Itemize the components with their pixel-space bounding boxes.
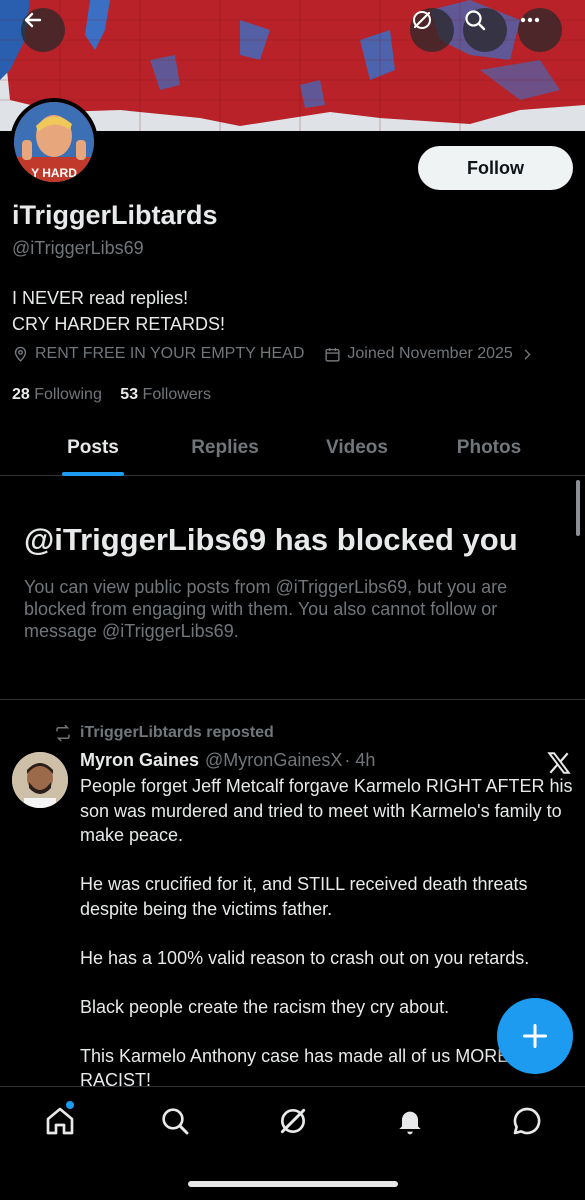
home-icon <box>46 1107 74 1135</box>
post-paragraph: Black people create the racism they cry … <box>80 996 450 1017</box>
grok-icon <box>413 11 431 29</box>
post-author-name[interactable]: Myron Gaines <box>80 750 199 771</box>
profile-bio: I NEVER read replies! CRY HARDER RETARDS… <box>12 285 225 337</box>
post-author-avatar[interactable] <box>12 752 68 808</box>
back-button[interactable] <box>21 8 65 52</box>
bio-line: CRY HARDER RETARDS! <box>12 314 226 334</box>
notification-dot <box>66 1101 74 1109</box>
followers-count: 53 <box>120 386 139 403</box>
scrollbar[interactable] <box>576 480 580 536</box>
profile-display-name: iTriggerLibtards <box>12 200 218 230</box>
nav-messages[interactable] <box>507 1101 547 1141</box>
profile-joined: Joined November 2025 <box>347 345 513 362</box>
following-count: 28 <box>12 386 30 403</box>
x-logo-icon[interactable] <box>546 750 572 776</box>
repost-label: iTriggerLibtards reposted <box>80 724 274 741</box>
post-paragraph: People forget Jeff Metcalf forgave Karme… <box>80 776 573 845</box>
back-arrow-icon <box>24 12 42 28</box>
nav-notifications[interactable] <box>390 1101 430 1141</box>
repost-icon <box>56 724 70 742</box>
post-paragraph: He was crucified for it, and STILL recei… <box>80 874 528 919</box>
nav-home[interactable] <box>40 1101 80 1141</box>
location-icon <box>14 346 27 362</box>
profile-location: RENT FREE IN YOUR EMPTY HEAD <box>35 345 305 362</box>
follow-counts: 28 Following 53 Followers <box>12 386 211 404</box>
bell-icon <box>399 1111 421 1135</box>
profile-tabs: Posts Replies Videos Photos <box>0 420 585 476</box>
search-button[interactable] <box>463 8 507 52</box>
search-icon <box>162 1108 189 1135</box>
tab-videos[interactable]: Videos <box>291 420 423 476</box>
post-time: · 4h <box>344 750 376 770</box>
tab-posts[interactable]: Posts <box>27 420 159 476</box>
nav-grok[interactable] <box>273 1101 313 1141</box>
divider <box>0 699 585 700</box>
search-icon <box>465 10 486 31</box>
bio-line: I NEVER read replies! <box>12 288 189 308</box>
following-label: Following <box>34 386 102 403</box>
post-header: Myron Gaines @MyronGainesX · 4h <box>80 750 375 771</box>
followers-link[interactable]: 53 Followers <box>120 386 211 403</box>
chat-bubble-icon <box>513 1107 541 1135</box>
profile-avatar[interactable]: Y HARD <box>10 98 98 186</box>
more-button[interactable] <box>518 8 562 52</box>
profile-handle: @iTriggerLibs69 <box>12 238 144 258</box>
grok-icon <box>280 1108 306 1134</box>
tab-replies[interactable]: Replies <box>159 420 291 476</box>
following-link[interactable]: 28 Following <box>12 386 102 403</box>
plus-icon <box>522 1023 548 1049</box>
nav-search[interactable] <box>155 1101 195 1141</box>
profile-meta: RENT FREE IN YOUR EMPTY HEAD Joined Nove… <box>12 345 536 363</box>
followers-label: Followers <box>142 386 212 403</box>
more-icon <box>520 17 540 23</box>
repost-indicator: iTriggerLibtards reposted <box>54 724 274 742</box>
home-indicator <box>188 1181 398 1187</box>
author-avatar-image <box>12 752 68 808</box>
calendar-icon <box>325 347 340 362</box>
blocked-message: You can view public posts from @iTrigger… <box>24 577 508 641</box>
follow-button[interactable]: Follow <box>418 146 573 190</box>
post-author-handle[interactable]: @MyronGainesX <box>205 750 342 771</box>
grok-button[interactable] <box>410 8 454 52</box>
profile-banner[interactable] <box>0 0 585 131</box>
avatar-image: Y HARD <box>14 102 94 182</box>
avatar-caption: Y HARD <box>31 166 77 180</box>
post-paragraph: He has a 100% valid reason to crash out … <box>80 947 530 968</box>
blocked-title: @iTriggerLibs69 has blocked you <box>24 522 518 557</box>
chevron-right-icon[interactable] <box>519 346 536 363</box>
compose-button[interactable] <box>497 998 573 1074</box>
tab-photos[interactable]: Photos <box>423 420 555 476</box>
post-text: People forget Jeff Metcalf forgave Karme… <box>80 774 575 1117</box>
